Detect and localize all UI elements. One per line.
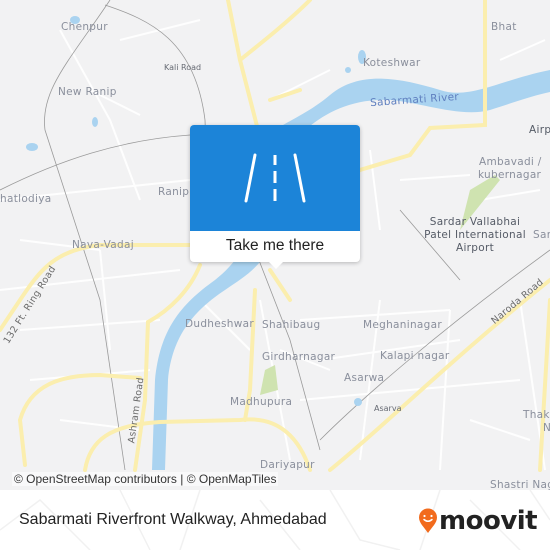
place-label-nava-vadaj: Nava-Vadaj <box>72 239 134 251</box>
footer-bar: Sabarmati Riverfront Walkway, Ahmedabad … <box>0 490 550 550</box>
place-label-airport-3: Airport <box>455 242 495 254</box>
station-label-asarva: Asarva <box>374 404 402 413</box>
moovit-wordmark: moovit <box>439 506 538 536</box>
place-label-kali-road: Kali Road <box>164 63 202 72</box>
popup-pointer <box>267 260 285 269</box>
place-label-madhupura: Madhupura <box>230 396 293 408</box>
place-label-chenpur: Chenpur <box>61 21 108 33</box>
place-label-thakkar-2: N <box>543 422 550 434</box>
moovit-pin-icon <box>419 508 437 533</box>
place-label-shahibaug: Shahibaug <box>262 319 321 331</box>
location-title: Sabarmati Riverfront Walkway, Ahmedabad <box>19 511 327 528</box>
popup-banner[interactable] <box>190 125 360 231</box>
place-label-shastri-nagar: Shastri Nag <box>490 479 550 490</box>
place-label-chandlodiya: hatlodiya <box>0 193 52 205</box>
place-label-girdharnagar: Girdharnagar <box>262 351 336 363</box>
moovit-logo[interactable]: moovit <box>418 506 538 536</box>
place-label-thakkar-1: Thak <box>523 409 550 421</box>
place-label-kubernagar: kubernagar <box>478 169 542 181</box>
place-label-bhat: Bhat <box>491 21 517 33</box>
place-label-kalapi-nagar: Kalapi nagar <box>380 350 450 362</box>
map-attribution[interactable]: © OpenStreetMap contributors | © OpenMap… <box>12 472 279 486</box>
place-label-asarwa: Asarwa <box>344 372 385 384</box>
place-label-sardar-nagar: Sard <box>533 229 550 241</box>
place-label-ambavadi: Ambavadi / <box>479 156 542 168</box>
park <box>260 365 278 395</box>
road-icon <box>244 153 306 203</box>
place-label-koteshwar: Koteshwar <box>363 57 421 69</box>
place-label-airport-2: Patel International <box>424 229 526 241</box>
place-label-dudheshwar: Dudheshwar <box>185 318 254 330</box>
place-label-ranip: Ranip <box>158 186 190 198</box>
take-me-there-popup[interactable]: Take me there <box>190 125 360 269</box>
place-label-airport-1: Sardar Vallabhai <box>429 216 521 228</box>
map-view[interactable]: Chenpur Kali Road New Ranip Ranip hatlod… <box>0 0 550 490</box>
place-label-airport-area: Airp <box>529 124 550 136</box>
place-label-new-ranip: New Ranip <box>58 86 117 98</box>
place-label-meghaninagar: Meghaninagar <box>363 319 442 331</box>
place-label-dariyapur: Dariyapur <box>260 459 315 471</box>
take-me-there-button[interactable]: Take me there <box>190 231 360 262</box>
